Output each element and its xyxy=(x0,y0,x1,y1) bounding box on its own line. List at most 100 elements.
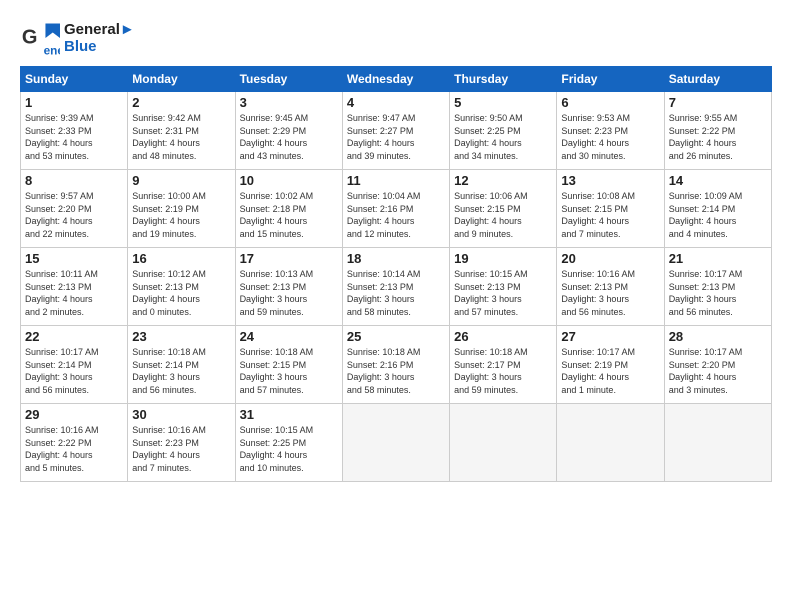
day-number: 3 xyxy=(240,95,338,110)
calendar-cell xyxy=(342,404,449,482)
calendar-cell: 8 Sunrise: 9:57 AMSunset: 2:20 PMDaylight… xyxy=(21,170,128,248)
day-number: 22 xyxy=(25,329,123,344)
calendar-cell: 24Sunrise: 10:18 AMSunset: 2:15 PMDaylig… xyxy=(235,326,342,404)
calendar-table: SundayMondayTuesdayWednesdayThursdayFrid… xyxy=(20,66,772,482)
day-number: 13 xyxy=(561,173,659,188)
day-info: Sunrise: 9:55 AMSunset: 2:22 PMDaylight:… xyxy=(669,112,767,162)
weekday-header-friday: Friday xyxy=(557,67,664,92)
day-info: Sunrise: 10:09 AMSunset: 2:14 PMDaylight… xyxy=(669,190,767,240)
calendar-cell: 20Sunrise: 10:16 AMSunset: 2:13 PMDaylig… xyxy=(557,248,664,326)
day-number: 23 xyxy=(132,329,230,344)
day-number: 15 xyxy=(25,251,123,266)
calendar-cell: 26Sunrise: 10:18 AMSunset: 2:17 PMDaylig… xyxy=(450,326,557,404)
calendar-week-3: 15 Sunrise: 10:11 AMSunset: 2:13 PMDaylig… xyxy=(21,248,772,326)
calendar-cell: 5Sunrise: 9:50 AMSunset: 2:25 PMDaylight… xyxy=(450,92,557,170)
day-info: Sunrise: 9:47 AMSunset: 2:27 PMDaylight:… xyxy=(347,112,445,162)
weekday-header-wednesday: Wednesday xyxy=(342,67,449,92)
day-number: 7 xyxy=(669,95,767,110)
day-info: Sunrise: 10:00 AMSunset: 2:19 PMDaylight… xyxy=(132,190,230,240)
day-number: 31 xyxy=(240,407,338,422)
calendar-cell: 14 Sunrise: 10:09 AMSunset: 2:14 PMDaylig… xyxy=(664,170,771,248)
day-info: Sunrise: 10:16 AMSunset: 2:23 PMDaylight… xyxy=(132,424,230,474)
calendar-cell: 1 Sunrise: 9:39 AMSunset: 2:33 PMDaylight… xyxy=(21,92,128,170)
day-info: Sunrise: 10:18 AMSunset: 2:16 PMDaylight… xyxy=(347,346,445,396)
calendar-header-row: SundayMondayTuesdayWednesdayThursdayFrid… xyxy=(21,67,772,92)
day-number: 28 xyxy=(669,329,767,344)
header: G eneral General► Blue xyxy=(20,18,772,58)
calendar-cell: 4 Sunrise: 9:47 AMSunset: 2:27 PMDaylight… xyxy=(342,92,449,170)
day-info: Sunrise: 10:08 AMSunset: 2:15 PMDaylight… xyxy=(561,190,659,240)
calendar-cell: 19Sunrise: 10:15 AMSunset: 2:13 PMDaylig… xyxy=(450,248,557,326)
calendar-week-2: 8 Sunrise: 9:57 AMSunset: 2:20 PMDaylight… xyxy=(21,170,772,248)
day-info: Sunrise: 10:17 AMSunset: 2:20 PMDaylight… xyxy=(669,346,767,396)
day-info: Sunrise: 10:15 AMSunset: 2:25 PMDaylight… xyxy=(240,424,338,474)
day-info: Sunrise: 10:17 AMSunset: 2:14 PMDaylight… xyxy=(25,346,123,396)
day-number: 8 xyxy=(25,173,123,188)
day-info: Sunrise: 9:57 AMSunset: 2:20 PMDaylight:… xyxy=(25,190,123,240)
logo-blue-word: Blue xyxy=(64,38,135,55)
day-number: 25 xyxy=(347,329,445,344)
day-number: 1 xyxy=(25,95,123,110)
calendar-cell: 21Sunrise: 10:17 AMSunset: 2:13 PMDaylig… xyxy=(664,248,771,326)
calendar-cell xyxy=(664,404,771,482)
day-number: 16 xyxy=(132,251,230,266)
day-info: Sunrise: 9:42 AMSunset: 2:31 PMDaylight:… xyxy=(132,112,230,162)
day-number: 21 xyxy=(669,251,767,266)
day-info: Sunrise: 10:04 AMSunset: 2:16 PMDaylight… xyxy=(347,190,445,240)
day-number: 4 xyxy=(347,95,445,110)
calendar-cell: 28 Sunrise: 10:17 AMSunset: 2:20 PMDaylig… xyxy=(664,326,771,404)
calendar-cell: 29 Sunrise: 10:16 AMSunset: 2:22 PMDaylig… xyxy=(21,404,128,482)
day-number: 5 xyxy=(454,95,552,110)
calendar-cell: 10Sunrise: 10:02 AMSunset: 2:18 PMDaylig… xyxy=(235,170,342,248)
calendar-cell xyxy=(450,404,557,482)
calendar-cell: 11 Sunrise: 10:04 AMSunset: 2:16 PMDaylig… xyxy=(342,170,449,248)
day-info: Sunrise: 10:13 AMSunset: 2:13 PMDaylight… xyxy=(240,268,338,318)
day-info: Sunrise: 10:18 AMSunset: 2:15 PMDaylight… xyxy=(240,346,338,396)
day-number: 10 xyxy=(240,173,338,188)
day-info: Sunrise: 10:06 AMSunset: 2:15 PMDaylight… xyxy=(454,190,552,240)
weekday-header-sunday: Sunday xyxy=(21,67,128,92)
calendar-cell: 17Sunrise: 10:13 AMSunset: 2:13 PMDaylig… xyxy=(235,248,342,326)
calendar-week-4: 22 Sunrise: 10:17 AMSunset: 2:14 PMDaylig… xyxy=(21,326,772,404)
logo-icon: G eneral xyxy=(20,18,60,58)
logo: G eneral General► Blue xyxy=(20,18,135,58)
calendar-cell: 13 Sunrise: 10:08 AMSunset: 2:15 PMDaylig… xyxy=(557,170,664,248)
weekday-header-thursday: Thursday xyxy=(450,67,557,92)
logo-blue: ► xyxy=(120,21,135,38)
logo-text: General► Blue xyxy=(64,21,135,56)
day-info: Sunrise: 10:15 AMSunset: 2:13 PMDaylight… xyxy=(454,268,552,318)
day-number: 30 xyxy=(132,407,230,422)
calendar-week-1: 1 Sunrise: 9:39 AMSunset: 2:33 PMDaylight… xyxy=(21,92,772,170)
day-number: 9 xyxy=(132,173,230,188)
calendar-cell xyxy=(557,404,664,482)
calendar-cell: 31 Sunrise: 10:15 AMSunset: 2:25 PMDaylig… xyxy=(235,404,342,482)
calendar-week-5: 29 Sunrise: 10:16 AMSunset: 2:22 PMDaylig… xyxy=(21,404,772,482)
day-number: 29 xyxy=(25,407,123,422)
calendar-cell: 15 Sunrise: 10:11 AMSunset: 2:13 PMDaylig… xyxy=(21,248,128,326)
day-info: Sunrise: 10:14 AMSunset: 2:13 PMDaylight… xyxy=(347,268,445,318)
calendar-cell: 25 Sunrise: 10:18 AMSunset: 2:16 PMDaylig… xyxy=(342,326,449,404)
calendar-cell: 2 Sunrise: 9:42 AMSunset: 2:31 PMDaylight… xyxy=(128,92,235,170)
day-info: Sunrise: 9:53 AMSunset: 2:23 PMDaylight:… xyxy=(561,112,659,162)
day-info: Sunrise: 10:18 AMSunset: 2:14 PMDaylight… xyxy=(132,346,230,396)
day-number: 11 xyxy=(347,173,445,188)
day-info: Sunrise: 10:16 AMSunset: 2:22 PMDaylight… xyxy=(25,424,123,474)
calendar-cell: 12Sunrise: 10:06 AMSunset: 2:15 PMDaylig… xyxy=(450,170,557,248)
weekday-header-monday: Monday xyxy=(128,67,235,92)
page: G eneral General► Blue SundayMondayTuesd… xyxy=(0,0,792,612)
calendar-cell: 22 Sunrise: 10:17 AMSunset: 2:14 PMDaylig… xyxy=(21,326,128,404)
calendar-cell: 27Sunrise: 10:17 AMSunset: 2:19 PMDaylig… xyxy=(557,326,664,404)
svg-text:eneral: eneral xyxy=(44,43,60,57)
day-number: 2 xyxy=(132,95,230,110)
day-number: 14 xyxy=(669,173,767,188)
calendar-cell: 9 Sunrise: 10:00 AMSunset: 2:19 PMDayligh… xyxy=(128,170,235,248)
weekday-header-saturday: Saturday xyxy=(664,67,771,92)
day-number: 27 xyxy=(561,329,659,344)
day-number: 26 xyxy=(454,329,552,344)
day-number: 18 xyxy=(347,251,445,266)
day-info: Sunrise: 9:39 AMSunset: 2:33 PMDaylight:… xyxy=(25,112,123,162)
day-number: 6 xyxy=(561,95,659,110)
day-number: 20 xyxy=(561,251,659,266)
day-info: Sunrise: 10:12 AMSunset: 2:13 PMDaylight… xyxy=(132,268,230,318)
day-info: Sunrise: 10:11 AMSunset: 2:13 PMDaylight… xyxy=(25,268,123,318)
